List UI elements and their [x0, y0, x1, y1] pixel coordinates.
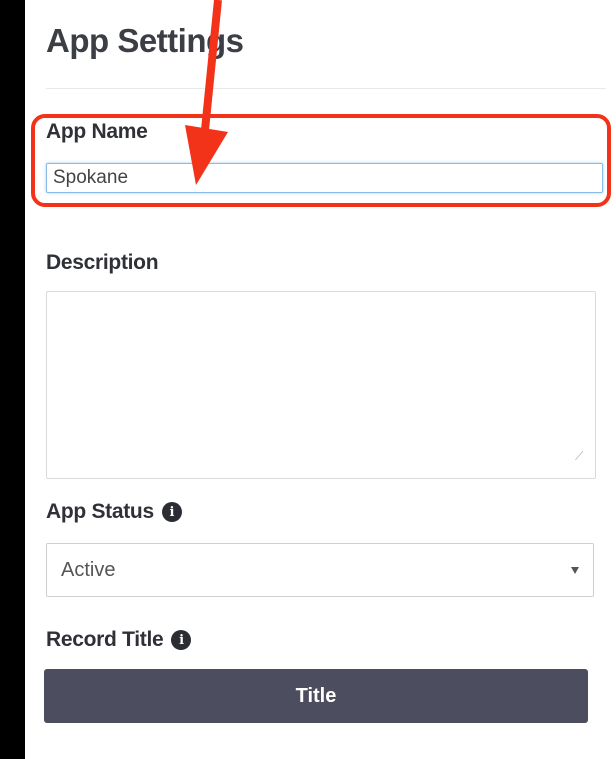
- app-status-select[interactable]: Active: [46, 543, 594, 597]
- app-status-label-text: App Status: [46, 500, 154, 523]
- record-title-button[interactable]: Title: [44, 669, 588, 723]
- record-title-label-text: Record Title: [46, 628, 164, 651]
- app-status-value: Active: [61, 558, 116, 581]
- app-status-label: App Status i: [46, 500, 182, 524]
- app-name-label-text: App Name: [46, 120, 148, 143]
- app-name-label: App Name: [46, 120, 148, 144]
- description-textarea[interactable]: [46, 291, 596, 479]
- resize-handle-icon[interactable]: ⟋: [575, 450, 587, 462]
- record-title-label: Record Title i: [46, 628, 192, 652]
- info-icon[interactable]: i: [171, 630, 192, 650]
- caret-down-icon: [571, 566, 579, 574]
- description-label: Description: [46, 251, 159, 275]
- divider: [46, 88, 606, 89]
- info-icon[interactable]: i: [161, 502, 182, 522]
- page-title: App Settings: [46, 22, 244, 59]
- app-name-input[interactable]: [46, 163, 603, 193]
- description-label-text: Description: [46, 251, 159, 274]
